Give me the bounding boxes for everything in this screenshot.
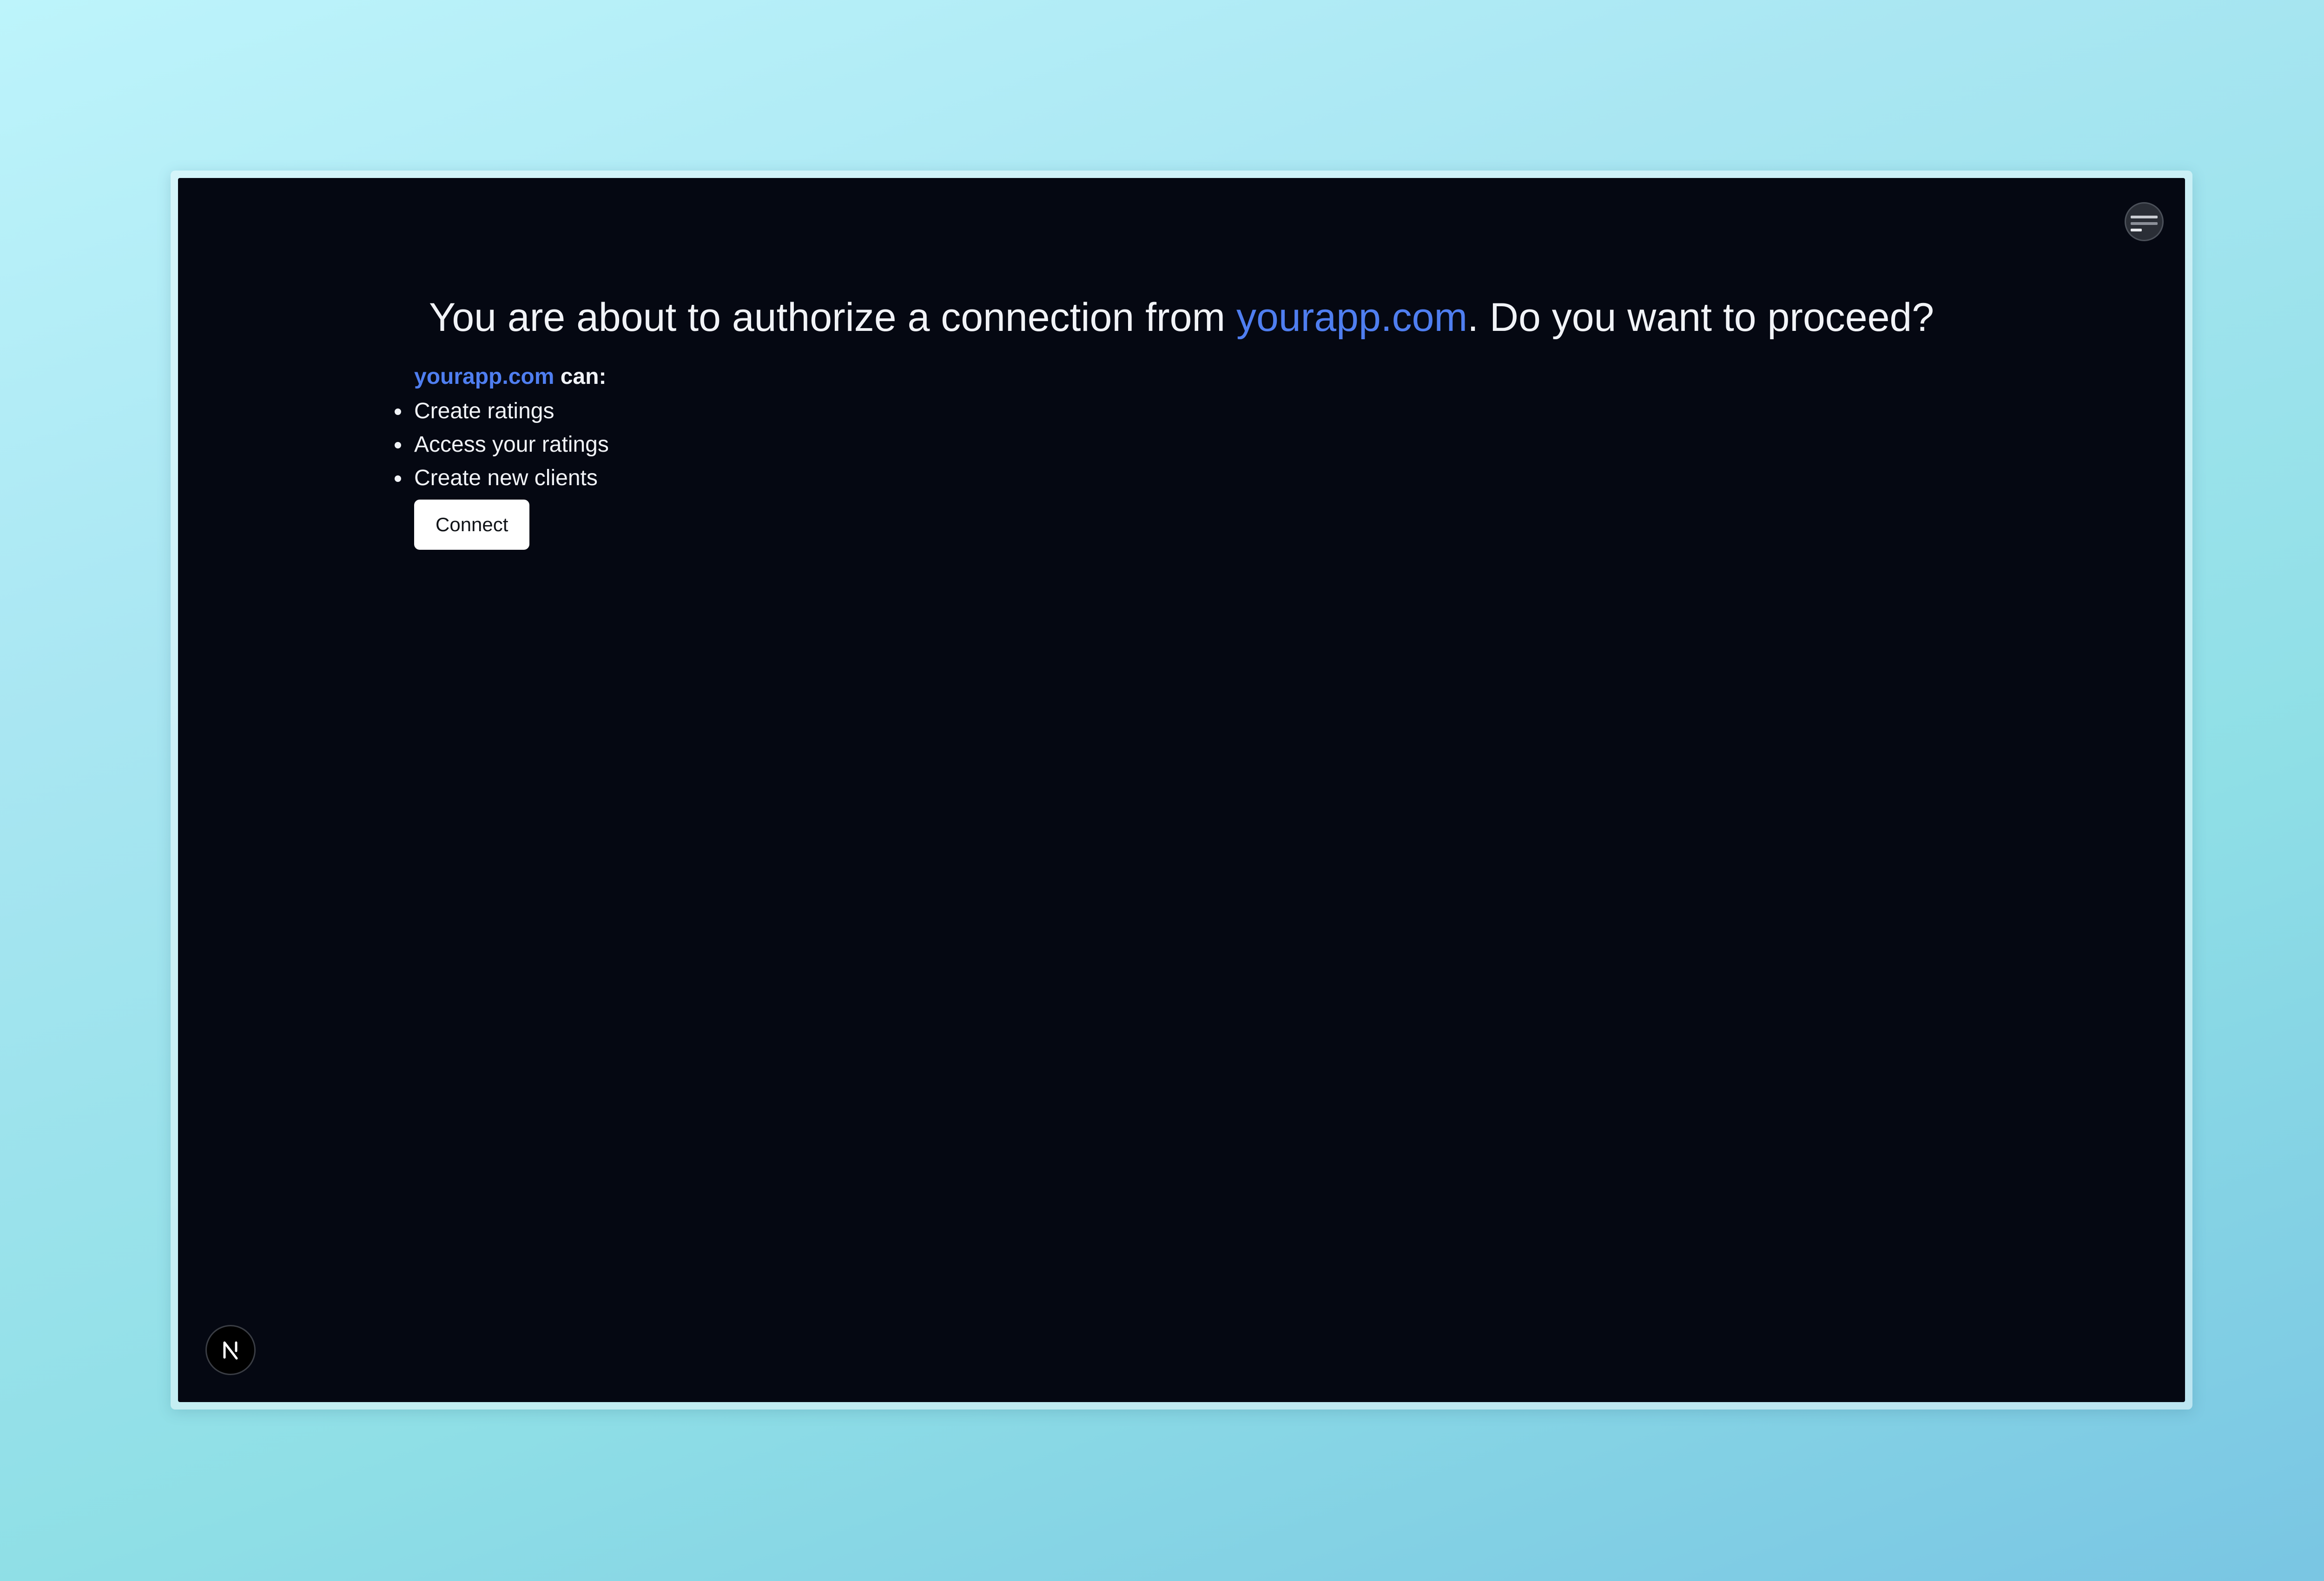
nextjs-n-glyph	[223, 1341, 238, 1360]
permission-label: Access your ratings	[414, 432, 609, 457]
nextjs-logo-icon[interactable]	[205, 1325, 256, 1375]
connect-button[interactable]: Connect	[414, 500, 530, 550]
authorize-headline: You are about to authorize a connection …	[178, 290, 2185, 345]
permission-label: Create new clients	[414, 466, 598, 490]
permission-item-create-ratings: Create ratings	[395, 395, 609, 428]
app-viewport: You are about to authorize a connection …	[178, 178, 2185, 1402]
permission-item-access-ratings: Access your ratings	[395, 428, 609, 461]
bullet-icon	[395, 475, 401, 482]
user-avatar-icon[interactable]	[2125, 202, 2164, 241]
permission-item-create-clients: Create new clients	[395, 461, 609, 495]
permissions-domain: yourapp.com	[414, 364, 555, 389]
bullet-icon	[395, 408, 401, 415]
permissions-list: Create ratings Access your ratings Creat…	[395, 395, 609, 495]
headline-suffix: . Do you want to proceed?	[1467, 295, 1934, 340]
permission-label: Create ratings	[414, 399, 555, 423]
permissions-heading: yourapp.com can:	[414, 362, 609, 392]
headline-domain-link: yourapp.com	[1236, 295, 1468, 340]
browser-window-frame: You are about to authorize a connection …	[171, 171, 2192, 1410]
bullet-icon	[395, 442, 401, 448]
headline-prefix: You are about to authorize a connection …	[429, 295, 1236, 340]
permissions-section: yourapp.com can: Create ratings Access y…	[395, 362, 609, 550]
permissions-can-label: can:	[560, 364, 607, 389]
